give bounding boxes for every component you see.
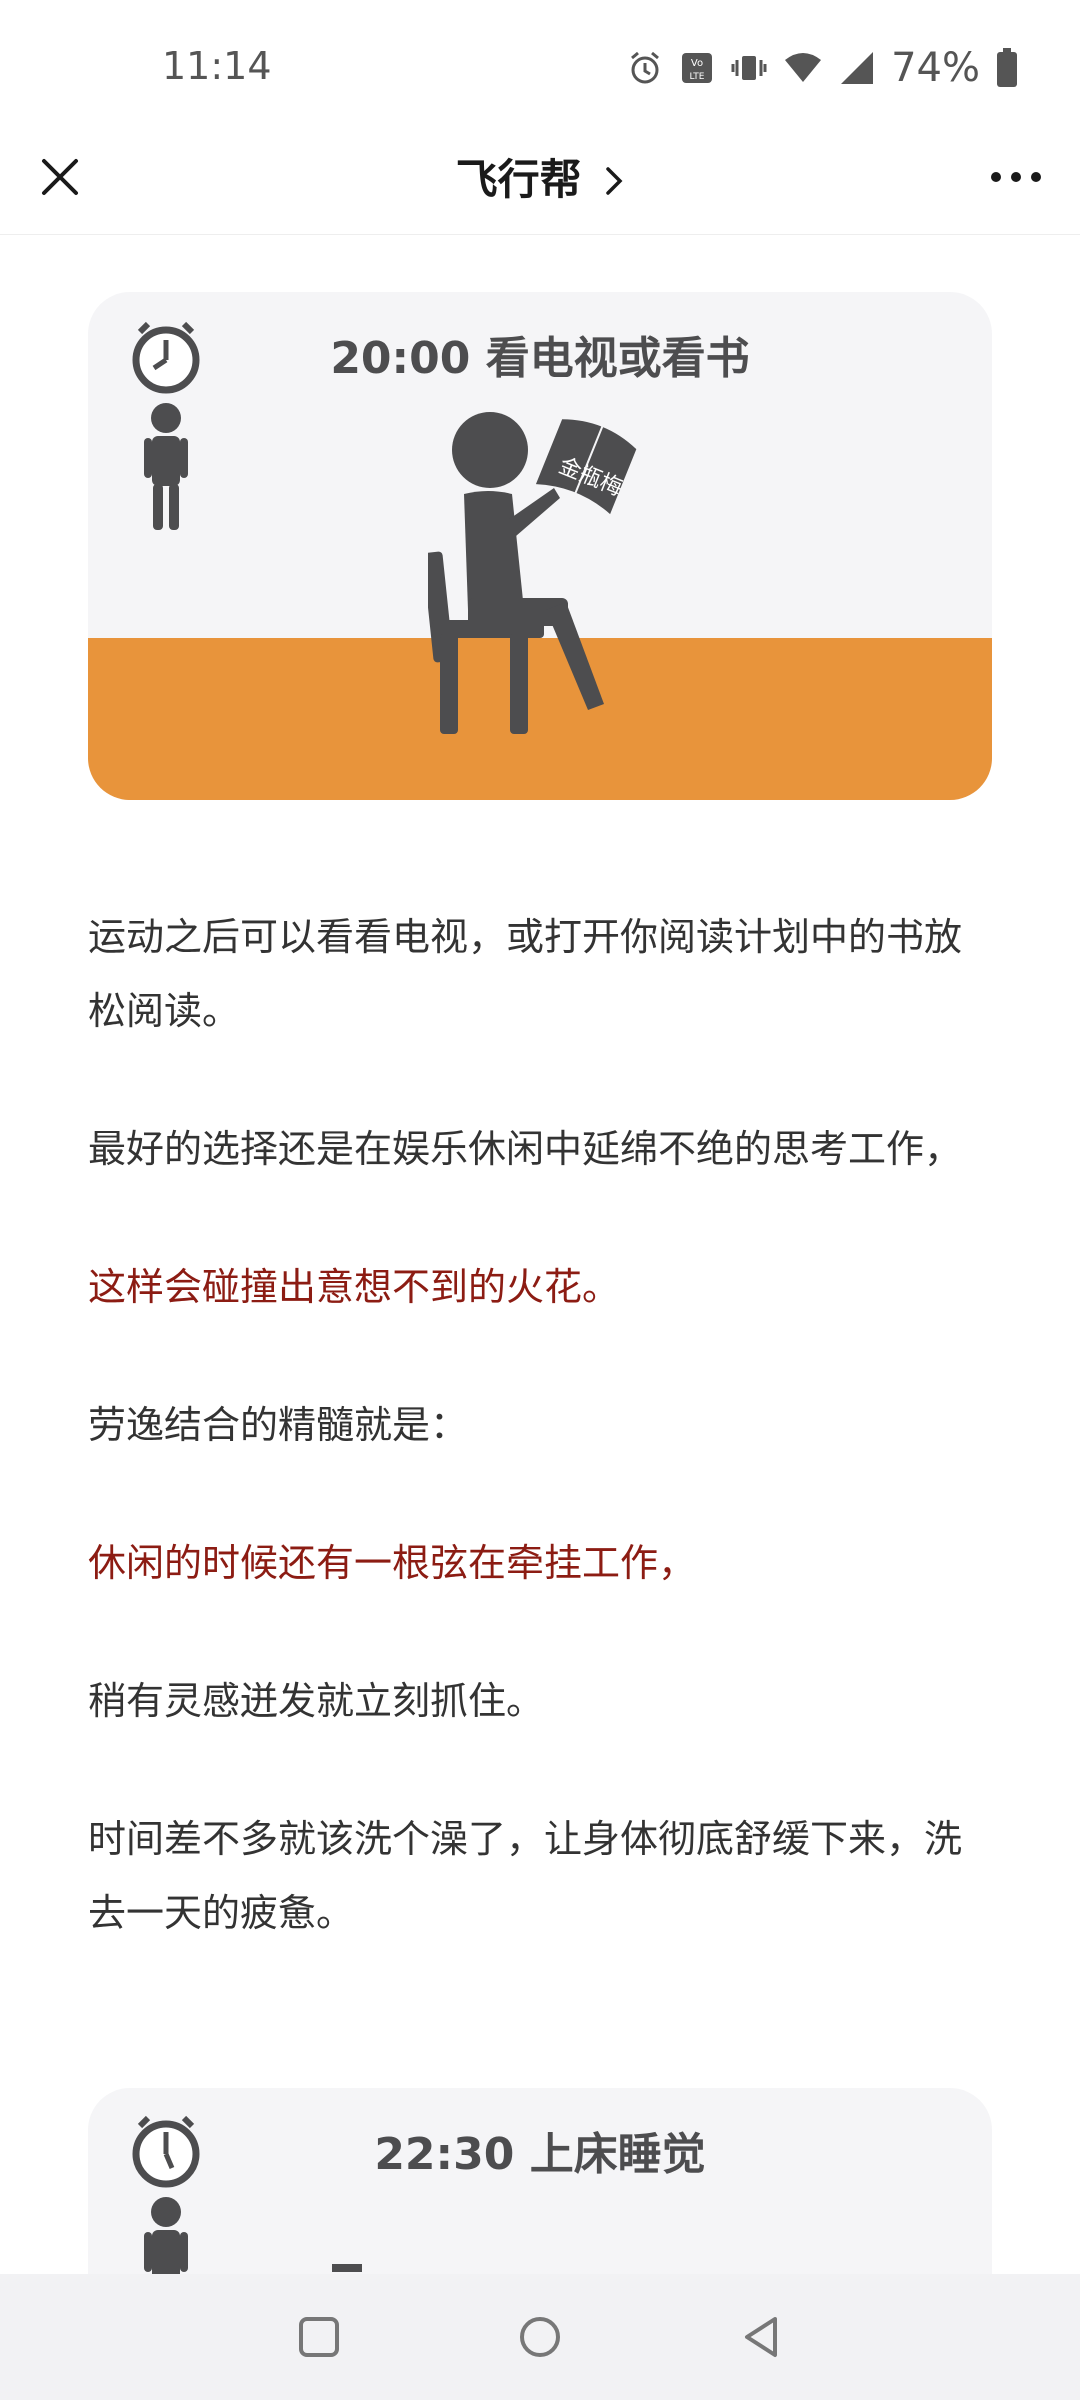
paragraph: 稍有灵感迸发就立刻抓住。: [88, 1679, 545, 1723]
illustration-reading: 20:00 看电视或看书 金瓶梅: [88, 292, 992, 800]
paragraph: 劳逸结合的精髓就是：: [88, 1403, 469, 1447]
wifi-icon: [783, 50, 823, 86]
status-bar: 11:14 Vo LTE 74%: [0, 0, 1080, 136]
back-triangle-icon: [745, 2317, 777, 2357]
chevron-right-icon: [604, 158, 624, 207]
paragraph: 运动之后可以看看电视，或打开你阅读计划中的书放松阅读。: [88, 915, 963, 1033]
card-heading: 22:30 上床睡觉: [374, 2129, 706, 2180]
volte-icon: Vo LTE: [679, 50, 715, 86]
page-title: 飞行帮: [455, 155, 582, 204]
svg-text:LTE: LTE: [690, 72, 705, 82]
card-heading: 20:00 看电视或看书: [330, 333, 750, 384]
highlight-paragraph: 休闲的时候还有一根弦在牵挂工作，: [88, 1541, 697, 1585]
home-circle-icon: [520, 2317, 560, 2357]
more-icon: [991, 172, 1041, 182]
paragraph: 最好的选择还是在娱乐休闲中延绵不绝的思考工作，: [88, 1127, 963, 1171]
status-time: 11:14: [162, 44, 272, 88]
system-navigation-bar: [0, 2274, 1080, 2400]
article-body: 运动之后可以看看电视，或打开你阅读计划中的书放松阅读。 最好的选择还是在娱乐休闲…: [88, 900, 998, 1950]
clock-man-icon: [132, 321, 200, 530]
alarm-icon: [627, 50, 663, 86]
recents-button[interactable]: [286, 2304, 352, 2370]
vibrate-icon: [731, 50, 767, 86]
reading-man-icon: 金瓶梅: [428, 412, 637, 734]
signal-icon: [839, 50, 875, 86]
battery-icon: [996, 48, 1018, 88]
battery-percent: 74%: [891, 45, 980, 91]
status-icons: Vo LTE 74%: [627, 44, 1018, 92]
recents-square-icon: [299, 2317, 339, 2357]
back-button[interactable]: [728, 2304, 794, 2370]
more-button[interactable]: [980, 145, 1052, 209]
home-button[interactable]: [507, 2304, 573, 2370]
account-link[interactable]: 飞行帮: [0, 146, 1080, 207]
highlight-paragraph: 这样会碰撞出意想不到的火花。: [88, 1265, 621, 1309]
nav-bar: 飞行帮: [0, 120, 1080, 235]
paragraph: 时间差不多就该洗个澡了，让身体彻底舒缓下来，洗去一天的疲惫。: [88, 1817, 963, 1935]
svg-text:Vo: Vo: [691, 58, 703, 69]
